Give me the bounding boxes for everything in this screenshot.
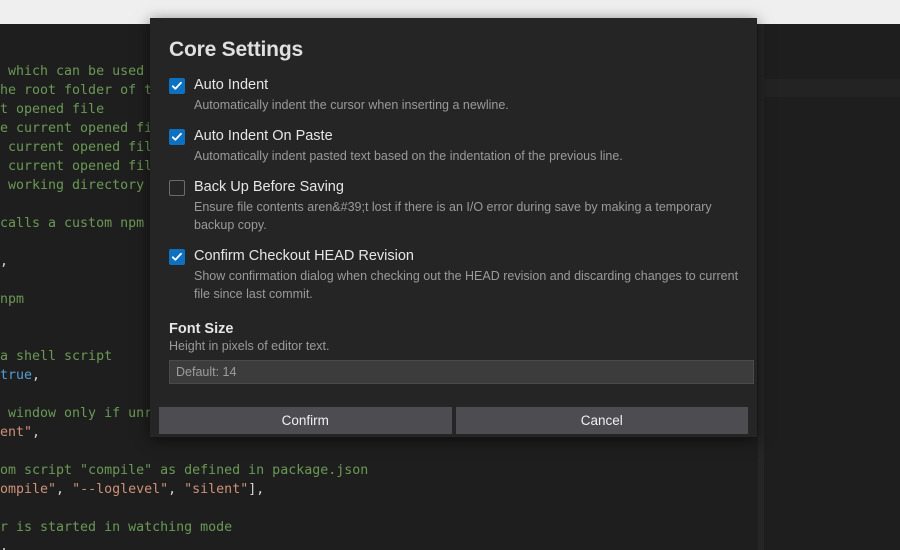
code-token: t opened file <box>0 102 105 117</box>
code-token: , <box>0 254 9 269</box>
code-token: calls a custom npm s <box>0 216 161 231</box>
code-line: true, <box>0 366 40 385</box>
code-line: , <box>0 537 8 550</box>
font-size-description: Height in pixels of editor text. <box>169 339 330 353</box>
code-token: ompile" <box>0 482 57 497</box>
dialog-title: Core Settings <box>169 38 303 61</box>
font-size-label: Font Size <box>169 321 234 337</box>
code-line: current opened file <box>0 138 160 157</box>
minimap-highlight-band <box>764 79 900 97</box>
code-line: ompile", "--loglevel", "silent"], <box>0 480 264 499</box>
code-line: e current opened fil <box>0 119 160 138</box>
code-line: a shell script <box>0 347 112 366</box>
setting-label[interactable]: Auto Indent On Paste <box>194 127 333 145</box>
code-token: "--loglevel" <box>72 482 169 497</box>
setting-row: Back Up Before Saving Ensure file content… <box>169 178 743 234</box>
code-token: ent" <box>0 425 33 440</box>
code-token: which can be used i <box>0 64 161 79</box>
code-token: ], <box>248 482 265 497</box>
setting-header: Confirm Checkout HEAD Revision <box>169 247 743 265</box>
code-token: om script "compile" as defined in packag… <box>0 463 369 478</box>
setting-row: Auto Indent On Paste Automatically indent… <box>169 127 743 165</box>
code-line: t opened file <box>0 100 104 119</box>
code-token: he root folder of th <box>0 83 161 98</box>
dialog-body: Core Settings Auto Indent Automatically i… <box>150 18 757 437</box>
setting-description: Ensure file contents aren&#39;t lost if … <box>194 200 712 232</box>
code-token: r is started in watching mode <box>0 520 233 535</box>
code-token: a shell script <box>0 349 113 364</box>
code-line: om script "compile" as defined in packag… <box>0 461 368 480</box>
code-token: e current opened fil <box>0 121 161 136</box>
setting-description: Show confirmation dialog when checking o… <box>194 269 739 301</box>
app-root: which can be used i he root folder of th t… <box>0 0 900 550</box>
code-line: current opened file <box>0 157 160 176</box>
code-line: he root folder of th <box>0 81 160 100</box>
setting-description: Automatically indent pasted text based o… <box>194 149 623 163</box>
checkbox-checked-icon[interactable] <box>169 78 185 94</box>
settings-list: Auto Indent Automatically indent the curs… <box>164 76 743 303</box>
setting-row: Auto Indent Automatically indent the curs… <box>169 76 743 114</box>
dialog-button-bar: Confirm Cancel <box>150 407 757 437</box>
code-token: , <box>0 539 9 550</box>
code-line: npm <box>0 290 24 309</box>
setting-header: Auto Indent On Paste <box>169 127 743 145</box>
editor-minimap[interactable] <box>764 24 900 550</box>
code-token: working directory o <box>0 178 161 193</box>
core-settings-dialog: Core Settings Auto Indent Automatically i… <box>150 18 757 437</box>
code-line: r is started in watching mode <box>0 518 232 537</box>
code-token: "silent" <box>184 482 249 497</box>
setting-header: Auto Indent <box>169 76 743 94</box>
code-line: working directory o <box>0 176 160 195</box>
setting-header: Back Up Before Saving <box>169 178 743 196</box>
setting-label[interactable]: Auto Indent <box>194 76 268 94</box>
code-token: , <box>56 482 73 497</box>
font-size-input[interactable] <box>169 360 754 384</box>
code-line: which can be used i <box>0 62 160 81</box>
cancel-button[interactable]: Cancel <box>455 407 748 434</box>
code-line: calls a custom npm s <box>0 214 160 233</box>
checkbox-checked-icon[interactable] <box>169 129 185 145</box>
code-line: window only if unre <box>0 404 160 423</box>
code-token: current opened file <box>0 140 161 155</box>
code-token: , <box>168 482 185 497</box>
code-line: ent", <box>0 423 40 442</box>
code-token: window only if unre <box>0 406 161 421</box>
confirm-button[interactable]: Confirm <box>159 407 452 434</box>
setting-label[interactable]: Back Up Before Saving <box>194 178 344 196</box>
checkbox-checked-icon[interactable] <box>169 249 185 265</box>
editor-side-column <box>758 24 900 550</box>
code-token: true <box>0 368 33 383</box>
code-token: current opened file <box>0 159 161 174</box>
code-token: , <box>32 368 41 383</box>
code-line: , <box>0 252 8 271</box>
code-token: , <box>32 425 41 440</box>
checkbox-unchecked-icon[interactable] <box>169 180 185 196</box>
setting-description: Automatically indent the cursor when ins… <box>194 98 509 112</box>
setting-row: Confirm Checkout HEAD Revision Show confi… <box>169 247 743 303</box>
code-token: npm <box>0 292 25 307</box>
setting-label[interactable]: Confirm Checkout HEAD Revision <box>194 247 414 265</box>
